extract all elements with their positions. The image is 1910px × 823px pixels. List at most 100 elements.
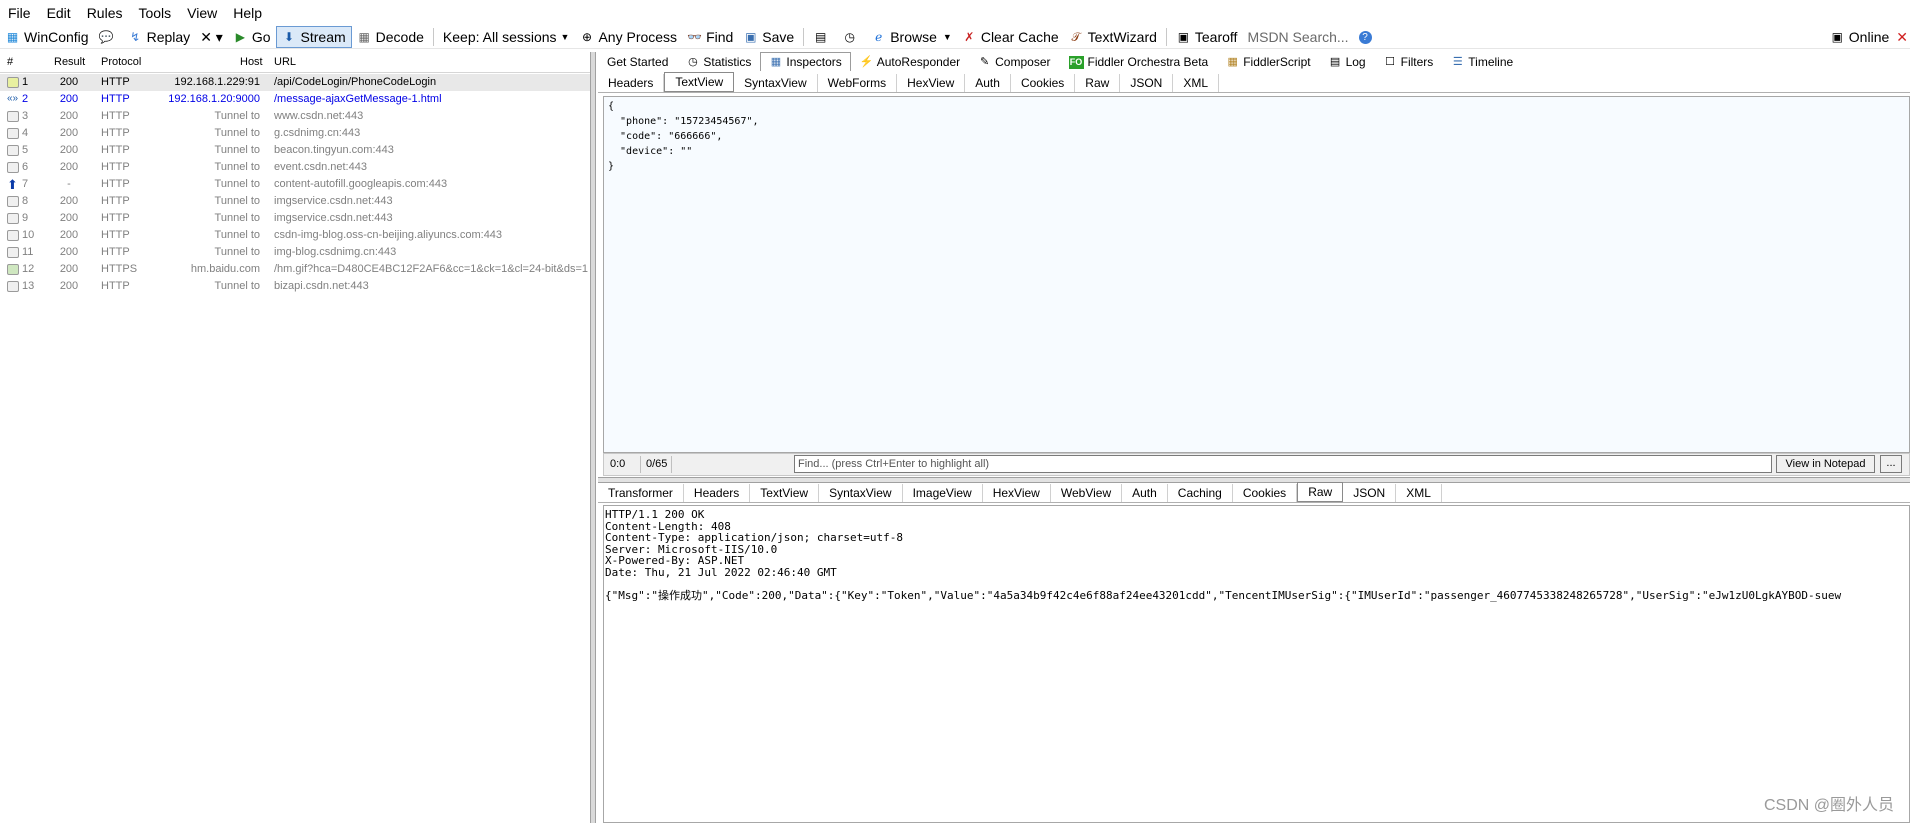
menu-tools[interactable]: Tools (130, 0, 179, 26)
session-host: hm.baidu.com (190, 263, 260, 275)
session-row[interactable]: 11 200 HTTP Tunnel to img-blog.csdnimg.cn:44… (0, 244, 590, 261)
vertical-splitter[interactable] (590, 52, 596, 823)
response-tab-cookies[interactable]: Cookies (1233, 484, 1298, 502)
more-options-button[interactable]: ... (1880, 455, 1902, 473)
tab-get-started[interactable]: Get Started (598, 52, 677, 71)
session-num: 6 (22, 161, 29, 173)
request-tab-cookies[interactable]: Cookies (1011, 74, 1076, 92)
find-input[interactable]: Find... (press Ctrl+Enter to highlight a… (794, 455, 1772, 473)
tearoff-button[interactable]: ▣ Tearoff (1171, 27, 1243, 47)
session-row[interactable]: 8 200 HTTP Tunnel to imgservice.csdn.net:443 (0, 193, 590, 210)
column-header-url[interactable]: URL (274, 56, 296, 68)
session-row[interactable]: 12 200 HTTPS hm.baidu.com/hm.gif?hca=D480CE… (0, 261, 590, 278)
request-tab-headers[interactable]: Headers (598, 74, 665, 92)
session-host: Tunnel to (214, 280, 260, 292)
response-tab-json[interactable]: JSON (1343, 484, 1397, 502)
tab-fiddler-orchestra[interactable]: FO Fiddler Orchestra Beta (1060, 52, 1218, 71)
request-tab-xml[interactable]: XML (1173, 74, 1220, 92)
session-row[interactable]: 9 200 HTTP Tunnel to imgservice.csdn.net:443 (0, 210, 590, 227)
session-url: content-autofill.googleapis.com:443 (274, 178, 448, 190)
session-row[interactable]: 3 200 HTTP Tunnel to www.csdn.net:443 (0, 108, 590, 125)
tab-filters[interactable]: ☐ Filters (1375, 52, 1443, 71)
view-in-notepad-button[interactable]: View in Notepad (1776, 455, 1875, 473)
response-tab-caching[interactable]: Caching (1168, 484, 1233, 502)
stream-button[interactable]: ⬇ Stream (275, 26, 352, 48)
toolbar-separator (1165, 28, 1167, 46)
request-body-textview[interactable]: { "phone": "15723454567", "code": "66666… (603, 96, 1910, 453)
replay-button[interactable]: ↯ Replay (123, 27, 196, 47)
response-tab-webview[interactable]: WebView (1051, 484, 1123, 502)
keep-sessions-dropdown[interactable]: Keep: All sessions ▼ (438, 27, 575, 47)
winconfig-button[interactable]: ▦ WinConfig (0, 27, 94, 47)
request-tab-hexview[interactable]: HexView (897, 74, 966, 92)
request-tab-json[interactable]: JSON (1120, 74, 1174, 92)
close-icon[interactable]: ✕ (1894, 27, 1910, 47)
session-num: 1 (22, 76, 29, 88)
upload-arrow-icon: ⬆ (7, 179, 18, 190)
menu-rules[interactable]: Rules (79, 0, 131, 26)
menu-file[interactable]: File (0, 0, 39, 26)
response-tab-textview[interactable]: TextView (750, 484, 820, 502)
request-tab-auth[interactable]: Auth (965, 74, 1011, 92)
comment-button[interactable]: 💬 (94, 27, 123, 47)
session-row[interactable]: «» 2 200 HTTP 192.168.1.20:9000/message-ajax… (0, 91, 590, 108)
request-tab-syntaxview[interactable]: SyntaxView (734, 74, 818, 92)
menu-edit[interactable]: Edit (39, 0, 79, 26)
column-header-result[interactable]: Result (54, 56, 85, 68)
request-tab-webforms[interactable]: WebForms (818, 74, 898, 92)
session-row[interactable]: 13 200 HTTP Tunnel to bizapi.csdn.net:443 (0, 278, 590, 295)
online-status[interactable]: ▣ Online (1825, 27, 1894, 47)
screenshot-button[interactable]: ▤ (808, 27, 837, 47)
lock-icon (7, 128, 19, 139)
session-host: Tunnel to (214, 178, 260, 190)
msdn-search-input[interactable]: MSDN Search... (1242, 27, 1353, 47)
menu-help[interactable]: Help (225, 0, 270, 26)
response-tab-headers[interactable]: Headers (684, 484, 751, 502)
help-button[interactable]: ? (1354, 27, 1381, 47)
textwizard-button[interactable]: 𝒯 TextWizard (1064, 27, 1162, 47)
response-tab-xml[interactable]: XML (1396, 484, 1442, 502)
column-header-protocol[interactable]: Protocol (101, 56, 141, 68)
response-tab-hexview[interactable]: HexView (983, 484, 1051, 502)
any-process-button[interactable]: ⊕ Any Process (574, 27, 682, 47)
session-row[interactable]: 5 200 HTTP Tunnel to beacon.tingyun.com:443 (0, 142, 590, 159)
session-row[interactable]: 10 200 HTTP Tunnel to csdn-img-blog.oss-cn-b… (0, 227, 590, 244)
tab-timeline[interactable]: ☰ Timeline (1442, 52, 1522, 71)
session-list-header: # Result Protocol Host URL (0, 52, 590, 73)
status-divider (640, 456, 641, 473)
response-tab-transformer[interactable]: Transformer (598, 484, 684, 502)
decode-button[interactable]: ▦ Decode (352, 27, 429, 47)
timer-button[interactable]: ◷ (837, 27, 866, 47)
session-row[interactable]: ⬆ 7 - HTTP Tunnel to content-autofill.googlea… (0, 176, 590, 193)
session-host: Tunnel to (214, 144, 260, 156)
decode-icon: ▦ (358, 29, 370, 44)
session-row[interactable]: 1 200 HTTP 192.168.1.229:91/api/CodeLogin/P… (0, 74, 590, 91)
tab-fiddlerscript[interactable]: ▦ FiddlerScript (1217, 52, 1319, 71)
remove-button[interactable]: ✕ ▾ (195, 27, 228, 47)
session-row[interactable]: 6 200 HTTP Tunnel to event.csdn.net:443 (0, 159, 590, 176)
response-tab-imageview[interactable]: ImageView (903, 484, 983, 502)
menu-view[interactable]: View (179, 0, 225, 26)
session-url: /hm.gif?hca=D480CE4BC12F2AF6&cc=1&ck=1&c… (274, 263, 588, 275)
find-button[interactable]: 👓 Find (682, 27, 738, 47)
go-button[interactable]: ▶ Go (228, 27, 276, 47)
response-body-raw[interactable]: HTTP/1.1 200 OK Content-Length: 408 Cont… (603, 505, 1910, 823)
clear-cache-button[interactable]: ✗ Clear Cache (957, 27, 1064, 47)
tab-inspectors[interactable]: ▦ Inspectors (760, 52, 851, 71)
response-tab-raw[interactable]: Raw (1297, 482, 1344, 502)
session-result: 200 (59, 195, 79, 207)
tab-composer[interactable]: ✎ Composer (969, 52, 1059, 71)
request-tab-raw[interactable]: Raw (1075, 74, 1121, 92)
request-tab-textview[interactable]: TextView (664, 72, 735, 92)
column-header-num[interactable]: # (7, 56, 13, 68)
tab-statistics[interactable]: ◷ Statistics (677, 52, 760, 71)
response-tab-syntaxview[interactable]: SyntaxView (819, 484, 903, 502)
tab-log[interactable]: ▤ Log (1320, 52, 1375, 71)
session-result: 200 (59, 161, 79, 173)
save-button[interactable]: ▣ Save (738, 27, 799, 47)
response-tab-auth[interactable]: Auth (1122, 484, 1168, 502)
session-row[interactable]: 4 200 HTTP Tunnel to g.csdnimg.cn:443 (0, 125, 590, 142)
tab-autoresponder[interactable]: ⚡ AutoResponder (851, 52, 969, 71)
column-header-host[interactable]: Host (240, 56, 263, 68)
browse-button[interactable]: ℯ Browse ▼ (866, 27, 957, 47)
